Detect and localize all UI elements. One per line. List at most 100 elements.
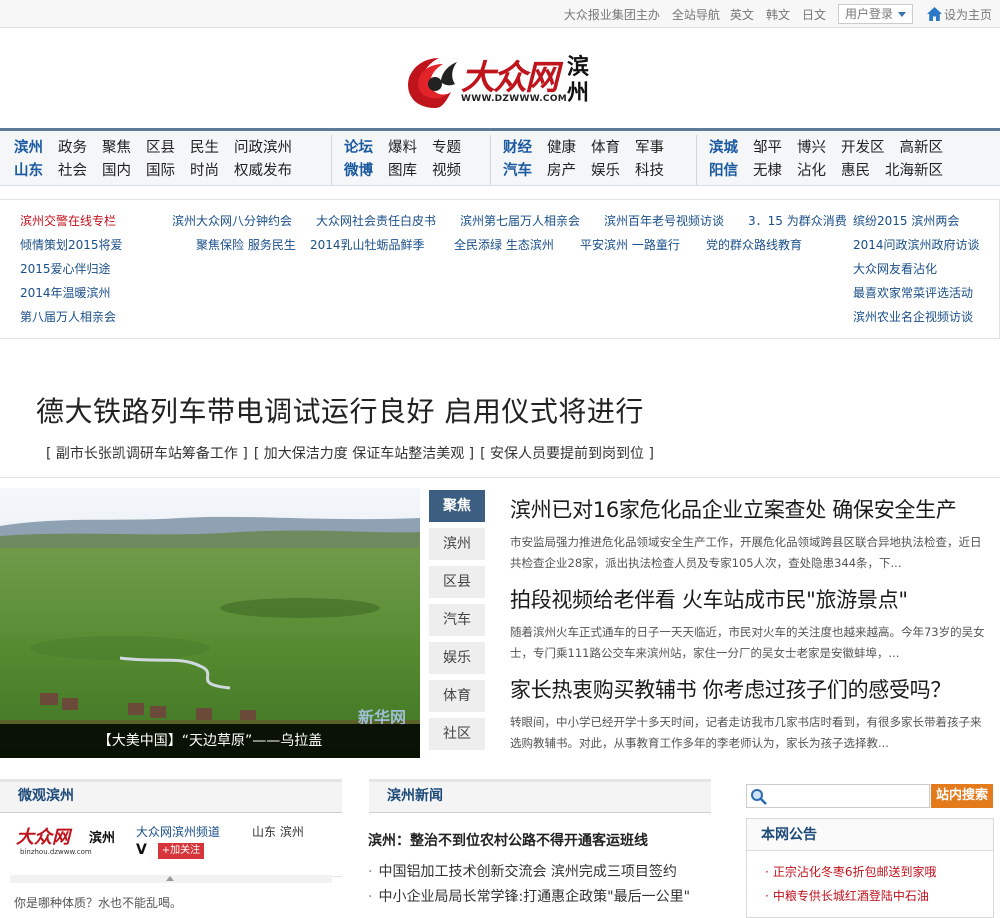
- search-button[interactable]: 站内搜索: [931, 784, 993, 808]
- link-special[interactable]: 滨州农业名企视频访谈: [853, 308, 973, 325]
- story-title[interactable]: 拍段视频给老伴看 火车站成市民"旅游景点": [510, 584, 992, 614]
- nav-item[interactable]: 视频: [432, 160, 461, 183]
- nav-item[interactable]: 无棣: [753, 160, 782, 183]
- flame-logo-icon: [408, 58, 457, 108]
- set-home-link[interactable]: 设为主页: [926, 6, 992, 23]
- link-special[interactable]: 大众网社会责任白皮书: [316, 212, 436, 229]
- tab-sports[interactable]: 体育: [429, 680, 485, 712]
- link-special[interactable]: 全民添绿 生态滨州: [454, 236, 554, 253]
- nav-item[interactable]: 开发区: [841, 137, 885, 160]
- bz-news-top[interactable]: 滨州：整治不到位农村公路不得开通客运班线: [368, 830, 648, 850]
- link-special[interactable]: 最喜欢家常菜评选活动: [853, 284, 973, 301]
- nav-item[interactable]: 体育: [591, 137, 620, 160]
- nav-item[interactable]: 论坛: [344, 137, 373, 160]
- nav-item[interactable]: 博兴: [797, 137, 826, 160]
- search-icon: [751, 789, 767, 805]
- weibo-message: 你是哪种体质？水也不能乱喝。: [14, 896, 183, 910]
- weibo-panel-header[interactable]: 微观滨州: [0, 779, 342, 813]
- nav-item[interactable]: 健康: [547, 137, 576, 160]
- nav-item[interactable]: 时尚: [190, 160, 219, 183]
- nav-item[interactable]: 房产: [547, 160, 576, 183]
- nav-item[interactable]: 惠民: [841, 160, 870, 183]
- link-special[interactable]: 滨州第七届万人相亲会: [460, 212, 580, 229]
- link-special[interactable]: 2014问政滨州政府访谈: [853, 236, 980, 253]
- nav-item[interactable]: 微博: [344, 160, 373, 183]
- link-special[interactable]: 2015爱心伴归途: [20, 260, 111, 277]
- link-special[interactable]: 党的群众路线教育: [706, 236, 802, 253]
- nav-item[interactable]: 专题: [432, 137, 461, 160]
- lang-ko-link[interactable]: 韩文: [766, 6, 790, 23]
- nav-item[interactable]: 北海新区: [885, 160, 943, 183]
- link-special[interactable]: 2014年温暖滨州: [20, 284, 111, 301]
- link-special[interactable]: 大众网友看沾化: [853, 260, 937, 277]
- tab-auto[interactable]: 汽车: [429, 604, 485, 636]
- lang-ja-link[interactable]: 日文: [802, 6, 826, 23]
- nav-item[interactable]: 阳信: [709, 160, 738, 183]
- nav-item[interactable]: 聚焦: [102, 137, 131, 160]
- link-special[interactable]: 聚焦保险 服务民生: [196, 236, 296, 253]
- chevron-down-icon: [897, 11, 906, 17]
- weibo-card: 大众网 滨州 binzhou.dzwww.com 大众网滨州频道 山东 滨州 V…: [10, 817, 342, 877]
- nav-item[interactable]: 图库: [388, 160, 417, 183]
- nav-item[interactable]: 社会: [58, 160, 87, 183]
- notice-item[interactable]: 正宗沾化冬枣6折包邮送到家哦: [765, 863, 937, 880]
- nav-item[interactable]: 汽车: [503, 160, 532, 183]
- nav-row: 滨城 邹平 博兴 开发区 高新区: [709, 137, 958, 160]
- tab-focus[interactable]: 聚焦: [429, 490, 485, 522]
- site-nav-link[interactable]: 全站导航: [672, 6, 720, 23]
- notice-item[interactable]: 中粮专供长城红酒登陆中石油: [765, 887, 929, 904]
- tab-county[interactable]: 区县: [429, 566, 485, 598]
- search-input[interactable]: [746, 784, 930, 808]
- nav-group-community: 论坛 爆料 专题 微博 图库 视频: [344, 137, 476, 183]
- link-special[interactable]: 平安滨州 一路童行: [580, 236, 680, 253]
- sub-headline-link[interactable]: [ 副市长张凯调研车站筹备工作 ]: [46, 443, 248, 463]
- nav-item[interactable]: 民生: [190, 137, 219, 160]
- weibo-account-name[interactable]: 大众网滨州频道: [136, 823, 220, 840]
- nav-item[interactable]: 滨州: [14, 137, 43, 160]
- tab-community[interactable]: 社区: [429, 718, 485, 750]
- nav-item[interactable]: 财经: [503, 137, 532, 160]
- link-special[interactable]: 滨州百年老号视频访谈: [604, 212, 724, 229]
- brand-url: WWW.DZWWW.COM: [461, 94, 568, 104]
- bz-news-header[interactable]: 滨州新闻: [369, 779, 711, 813]
- nav-item[interactable]: 娱乐: [591, 160, 620, 183]
- nav-item[interactable]: 问政滨州: [234, 137, 292, 160]
- bz-news-item[interactable]: 中小企业局局长常学锋:打通惠企政策"最后一公里": [368, 886, 690, 906]
- nav-item[interactable]: 权威发布: [234, 160, 292, 183]
- photo-caption[interactable]: 【大美中国】“天边草原”——乌拉盖: [0, 724, 420, 758]
- nav-item[interactable]: 沾化: [797, 160, 826, 183]
- main-nav: 滨州 政务 聚焦 区县 民生 问政滨州 山东 社会 国内 国际 时尚 权威发布 论坛 爆料 专题 微博图…: [0, 128, 1000, 186]
- nav-item[interactable]: 军事: [635, 137, 664, 160]
- story-title[interactable]: 滨州已对16家危化品企业立案查处 确保安全生产: [510, 494, 992, 524]
- sub-headline-link[interactable]: [ 加大保洁力度 保证车站整洁美观 ]: [254, 443, 474, 463]
- nav-item[interactable]: 邹平: [753, 137, 782, 160]
- nav-item[interactable]: 滨城: [709, 137, 738, 160]
- login-dropdown[interactable]: 用户登录: [837, 4, 913, 24]
- bz-news-item[interactable]: 中国铝加工技术创新交流会 滨州完成三项目签约: [368, 861, 676, 881]
- story-title[interactable]: 家长热衷购买教辅书 你考虑过孩子们的感受吗？: [510, 674, 992, 704]
- nav-item[interactable]: 政务: [58, 137, 87, 160]
- weibo-scroll-bar[interactable]: [10, 875, 332, 883]
- link-traffic-police[interactable]: 滨州交警在线专栏: [20, 212, 116, 229]
- site-logo[interactable]: 大众网 WWW.DZWWW.COM 滨州: [405, 52, 595, 110]
- nav-item[interactable]: 山东: [14, 160, 43, 183]
- link-special[interactable]: 2014乳山牡蛎品鲜季: [310, 236, 425, 253]
- nav-item[interactable]: 爆料: [388, 137, 417, 160]
- link-special[interactable]: 第八届万人相亲会: [20, 308, 116, 325]
- nav-item[interactable]: 科技: [635, 160, 664, 183]
- nav-item[interactable]: 国际: [146, 160, 175, 183]
- link-special[interactable]: 缤纷2015 滨州两会: [853, 212, 959, 229]
- featured-photo[interactable]: 新华网 【大美中国】“天边草原”——乌拉盖: [0, 488, 420, 758]
- follow-button[interactable]: +加关注: [158, 843, 204, 859]
- lang-en-link[interactable]: 英文: [730, 6, 754, 23]
- nav-item[interactable]: 高新区: [900, 137, 944, 160]
- link-special[interactable]: 倾情策划2015将爱: [20, 236, 123, 253]
- nav-item[interactable]: 国内: [102, 160, 131, 183]
- headline-title[interactable]: 德大铁路列车带电调试运行良好 启用仪式将进行: [36, 390, 644, 430]
- link-special[interactable]: 滨州大众网八分钟约会: [172, 212, 292, 229]
- sub-headline-link[interactable]: [ 安保人员要提前到岗到位 ]: [480, 443, 654, 463]
- link-special[interactable]: 3．15 为群众消费: [748, 212, 847, 229]
- tab-binzhou[interactable]: 滨州: [429, 528, 485, 560]
- tab-entertainment[interactable]: 娱乐: [429, 642, 485, 674]
- nav-item[interactable]: 区县: [146, 137, 175, 160]
